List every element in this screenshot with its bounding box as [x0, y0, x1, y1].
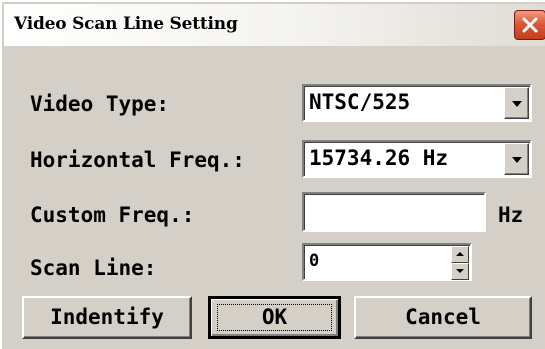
identify-button[interactable]: Indentify — [22, 296, 192, 339]
video-scan-line-dialog: Video Scan Line Setting Video Type: NTSC… — [0, 0, 545, 349]
ok-button[interactable]: OK — [208, 296, 341, 339]
horizontal-freq-label: Horizontal Freq.: — [30, 148, 245, 172]
ok-button-label: OK — [261, 305, 288, 329]
video-type-value: NTSC/525 — [309, 90, 411, 114]
scan-line-value: 0 — [309, 251, 320, 271]
close-button[interactable] — [514, 10, 545, 40]
arrow-up-icon — [456, 252, 464, 256]
chevron-down-icon — [512, 157, 522, 163]
title-bar[interactable]: Video Scan Line Setting — [4, 4, 545, 46]
cancel-button[interactable]: Cancel — [354, 296, 532, 339]
window-title: Video Scan Line Setting — [14, 14, 238, 34]
video-type-dropdown-button[interactable] — [504, 87, 529, 119]
close-x-icon — [522, 17, 538, 33]
chevron-down-icon — [512, 101, 522, 107]
horizontal-freq-value: 15734.26 Hz — [309, 146, 449, 170]
custom-freq-input[interactable] — [302, 192, 486, 232]
video-type-select[interactable]: NTSC/525 — [302, 84, 532, 122]
arrow-down-icon — [456, 269, 464, 273]
custom-freq-label: Custom Freq.: — [30, 203, 195, 227]
spin-up-button[interactable] — [451, 246, 469, 263]
horizontal-freq-select[interactable]: 15734.26 Hz — [302, 140, 532, 178]
spin-down-button[interactable] — [451, 263, 469, 280]
video-type-label: Video Type: — [30, 92, 170, 116]
custom-freq-unit: Hz — [498, 203, 524, 227]
horizontal-freq-dropdown-button[interactable] — [504, 143, 529, 175]
scan-line-label: Scan Line: — [30, 256, 157, 280]
scan-line-spinner[interactable]: 0 — [302, 243, 472, 281]
